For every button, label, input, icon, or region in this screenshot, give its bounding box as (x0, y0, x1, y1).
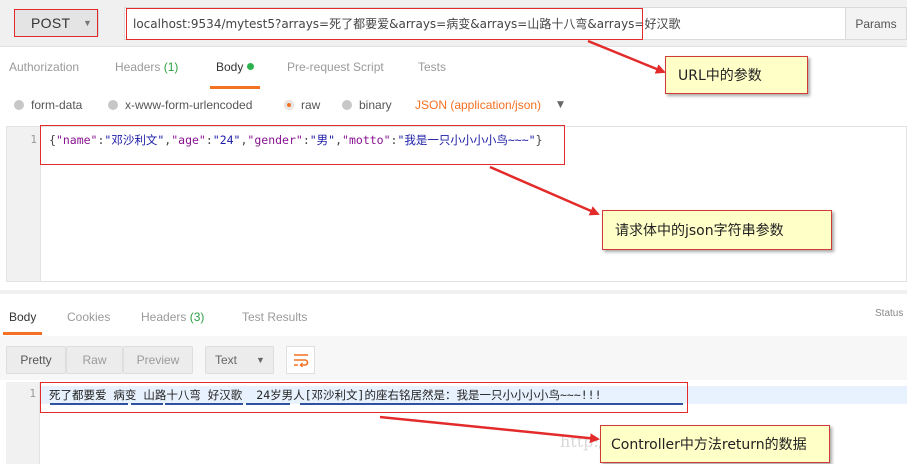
annotation-box-return (40, 382, 688, 413)
tab-tests[interactable]: Tests (418, 60, 446, 74)
underline-mark (50, 403, 128, 405)
radio-icon (342, 100, 352, 110)
radio-raw[interactable]: raw (284, 98, 320, 112)
status-label: Status (875, 308, 904, 319)
callout-return: Controller中方法return的数据 (600, 425, 830, 463)
tab-label: Body (216, 60, 244, 74)
tab-label: Authorization (9, 60, 80, 74)
tab-count: (3) (189, 310, 205, 324)
option-label: raw (301, 98, 321, 112)
content-type-label: JSON (application/json) (415, 98, 542, 112)
callout-url: URL中的参数 (665, 56, 808, 94)
editor-gutter (7, 127, 41, 281)
radio-binary[interactable]: binary (342, 98, 392, 112)
option-label: x-www-form-urlencoded (125, 98, 253, 112)
chevron-down-icon: ▼ (256, 355, 265, 365)
format-label: Text (215, 353, 238, 367)
underline-mark (246, 403, 290, 405)
tab-label: Test Results (242, 310, 308, 324)
tab-response-headers[interactable]: Headers (3) (141, 310, 204, 324)
tab-cookies[interactable]: Cookies (67, 310, 110, 324)
underline-mark (165, 403, 243, 405)
preview-button[interactable]: Preview (123, 346, 193, 374)
annotation-box-json (40, 125, 565, 165)
tab-label: Cookies (67, 310, 111, 324)
tab-pre-request-script[interactable]: Pre-request Script (287, 60, 384, 74)
tab-test-results[interactable]: Test Results (242, 310, 307, 324)
wrap-lines-button[interactable] (286, 346, 315, 374)
radio-icon (14, 100, 24, 110)
tab-response-body[interactable]: Body (2, 310, 43, 335)
content-type-select[interactable]: JSON (application/json) (415, 98, 541, 112)
callout-json: 请求体中的json字符串参数 (602, 210, 832, 250)
response-tabs: Body Cookies Headers (3) Test Results (0, 304, 907, 335)
tab-label: Pre-request Script (287, 60, 384, 74)
format-select[interactable]: Text ▼ (205, 346, 274, 374)
wrap-icon (293, 354, 308, 367)
radio-form-data[interactable]: form-data (14, 98, 82, 112)
tab-label: Tests (418, 60, 447, 74)
underline-mark (131, 403, 163, 405)
tab-body[interactable]: Body (209, 60, 261, 89)
params-button[interactable]: Params (846, 7, 907, 40)
annotation-box-url (126, 8, 643, 40)
radio-selected-icon (284, 100, 294, 110)
tab-label: Headers (115, 60, 161, 74)
option-label: binary (359, 98, 392, 112)
line-number: 1 (29, 387, 36, 400)
underline-mark (300, 403, 683, 405)
tab-label: Body (9, 310, 37, 324)
tab-authorization[interactable]: Authorization (9, 60, 79, 74)
radio-icon (108, 100, 118, 110)
tab-count: (1) (163, 60, 179, 74)
chevron-down-icon[interactable]: ▼ (557, 100, 564, 110)
body-type-options: form-data x-www-form-urlencoded raw bina… (0, 90, 907, 120)
pane-divider[interactable] (0, 290, 907, 294)
annotation-box-method (14, 9, 98, 37)
option-label: form-data (31, 98, 83, 112)
raw-button[interactable]: Raw (66, 346, 123, 374)
tab-label: Headers (141, 310, 187, 324)
line-number: 1 (30, 133, 37, 146)
pretty-button[interactable]: Pretty (6, 346, 66, 374)
tab-headers[interactable]: Headers (1) (115, 60, 178, 74)
radio-urlencoded[interactable]: x-www-form-urlencoded (108, 98, 252, 112)
modified-dot-icon (247, 63, 255, 70)
